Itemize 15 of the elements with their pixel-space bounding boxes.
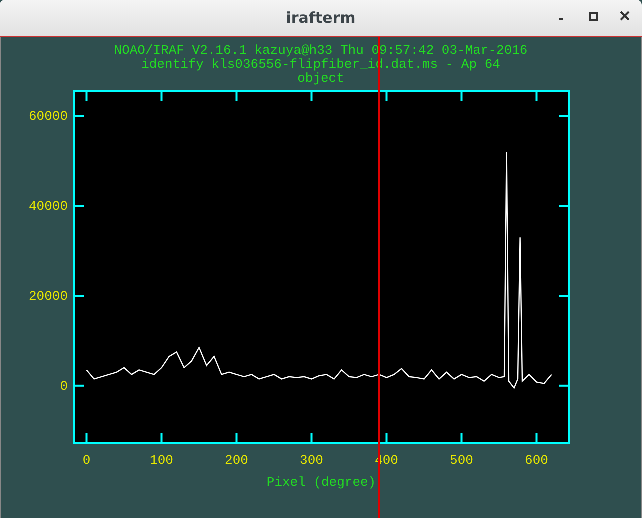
x-tick-label: 500 <box>450 453 474 468</box>
x-axis-label: Pixel (degree) <box>266 475 376 490</box>
x-tick-label: 600 <box>525 453 548 468</box>
x-tick-label: 300 <box>300 453 324 468</box>
window-title: irafterm <box>286 9 356 27</box>
maximize-icon[interactable] <box>588 10 598 22</box>
y-tick-label: 60000 <box>28 109 68 124</box>
y-tick-label: 40000 <box>28 199 68 214</box>
plot-title: object <box>298 72 344 86</box>
x-tick-label: 100 <box>150 453 174 468</box>
y-tick-label: 0 <box>60 378 68 394</box>
x-tick-label: 0 <box>82 453 91 468</box>
x-tick-label: 200 <box>225 453 248 468</box>
close-icon[interactable] <box>620 10 630 22</box>
y-tick-label: 20000 <box>28 289 68 304</box>
